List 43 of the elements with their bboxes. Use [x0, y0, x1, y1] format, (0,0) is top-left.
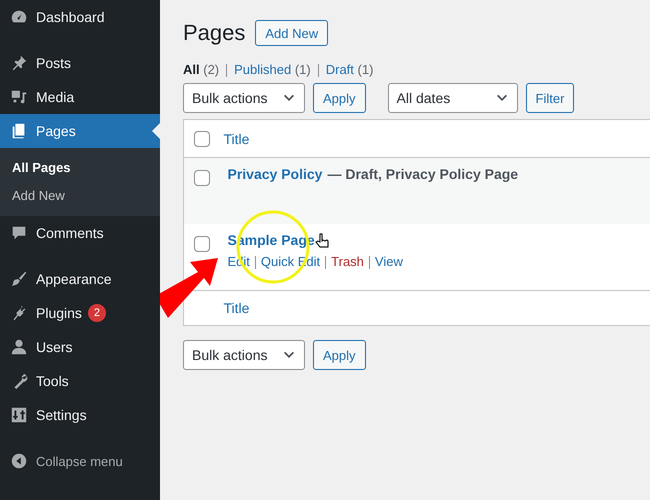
filter-link[interactable]: All (2) — [183, 62, 220, 77]
page-state: — Draft, Privacy Policy Page — [327, 166, 518, 182]
menu-item[interactable]: Appearance — [0, 262, 160, 296]
collapse-icon — [10, 452, 28, 470]
column-header[interactable]: Title — [224, 300, 250, 316]
menu-item[interactable]: Posts — [0, 46, 160, 80]
apply-button[interactable]: Apply — [313, 340, 366, 370]
sliders-icon — [10, 406, 28, 424]
menu-item[interactable]: Plugins 2 — [0, 296, 160, 330]
menu-item[interactable]: Dashboard — [0, 0, 160, 34]
menu-item[interactable]: Settings — [0, 398, 160, 432]
trash-link[interactable]: Trash — [331, 254, 364, 269]
page-title: Pages — [183, 20, 246, 46]
hand-cursor-icon — [315, 234, 328, 248]
select-all-checkbox[interactable] — [194, 130, 210, 146]
page-title-link[interactable]: Privacy Policy — [228, 166, 322, 182]
speech-bubble-icon — [10, 224, 28, 242]
row-action-link[interactable]: View — [374, 254, 403, 269]
submenu-item[interactable]: Add New — [0, 182, 160, 210]
bulk-actions-dropdown[interactable]: Bulk actions — [183, 83, 305, 113]
row-checkbox[interactable] — [194, 236, 210, 252]
bulk-actions-dropdown[interactable]: Bulk actions — [183, 340, 305, 370]
row-checkbox[interactable] — [194, 170, 210, 186]
menu-item[interactable]: Tools — [0, 364, 160, 398]
add-new-button[interactable]: Add New — [255, 20, 328, 46]
paintbrush-icon — [10, 270, 28, 288]
menu-item[interactable]: Users — [0, 330, 160, 364]
column-header[interactable]: Title — [224, 130, 250, 146]
apply-button[interactable]: Apply — [313, 83, 366, 113]
menu-item[interactable]: Comments — [0, 216, 160, 250]
pin-icon — [10, 54, 28, 72]
filter-button[interactable]: Filter — [526, 83, 574, 113]
submenu-item[interactable]: All Pages — [0, 154, 160, 182]
user-icon — [10, 338, 28, 356]
media-icon — [10, 88, 28, 106]
filter-link[interactable]: Draft (1) — [326, 62, 374, 77]
dates-dropdown[interactable]: All dates — [388, 83, 518, 113]
menu-item[interactable]: Pages — [0, 114, 160, 148]
filter-link[interactable]: Published (1) — [234, 62, 311, 77]
count-badge: 2 — [88, 304, 106, 322]
collapse-menu-button[interactable]: Collapse menu — [0, 444, 160, 478]
menu-item[interactable]: Media — [0, 80, 160, 114]
pointer-arrow — [160, 258, 218, 318]
